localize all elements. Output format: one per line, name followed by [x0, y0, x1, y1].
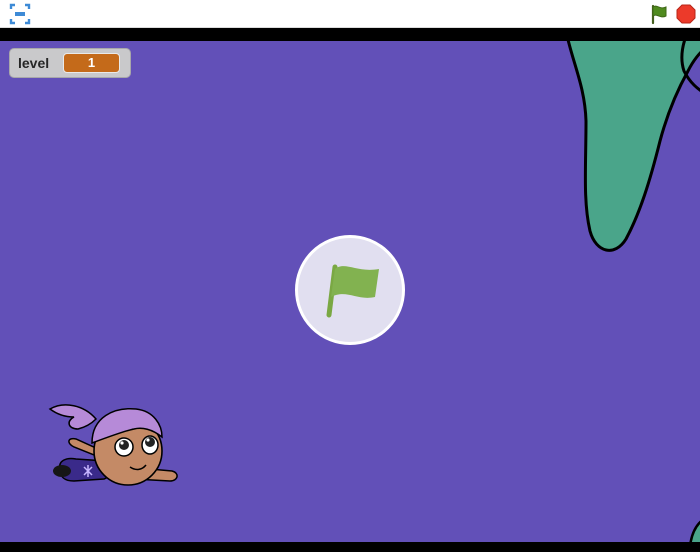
stage-top-border	[0, 28, 700, 41]
green-flag-icon	[326, 264, 379, 318]
stop-icon	[676, 4, 696, 24]
fullscreen-button[interactable]	[9, 3, 31, 25]
green-flag-icon	[651, 4, 667, 25]
green-flag-start-overlay[interactable]	[295, 235, 405, 345]
monitor-value: 1	[63, 53, 120, 73]
stop-button[interactable]	[675, 3, 697, 25]
sprite-hair	[48, 404, 98, 430]
swimmer-sprite[interactable]	[44, 395, 184, 490]
fullscreen-icon	[9, 3, 31, 25]
stage-bottom-border	[0, 542, 700, 552]
monitor-label: level	[18, 55, 50, 71]
game-stage[interactable]: level 1	[0, 41, 700, 542]
level-variable-monitor[interactable]: level 1	[9, 48, 131, 78]
green-flag-button[interactable]	[648, 3, 670, 25]
stage-toolbar	[0, 0, 700, 28]
sprite-shoe	[53, 465, 71, 477]
